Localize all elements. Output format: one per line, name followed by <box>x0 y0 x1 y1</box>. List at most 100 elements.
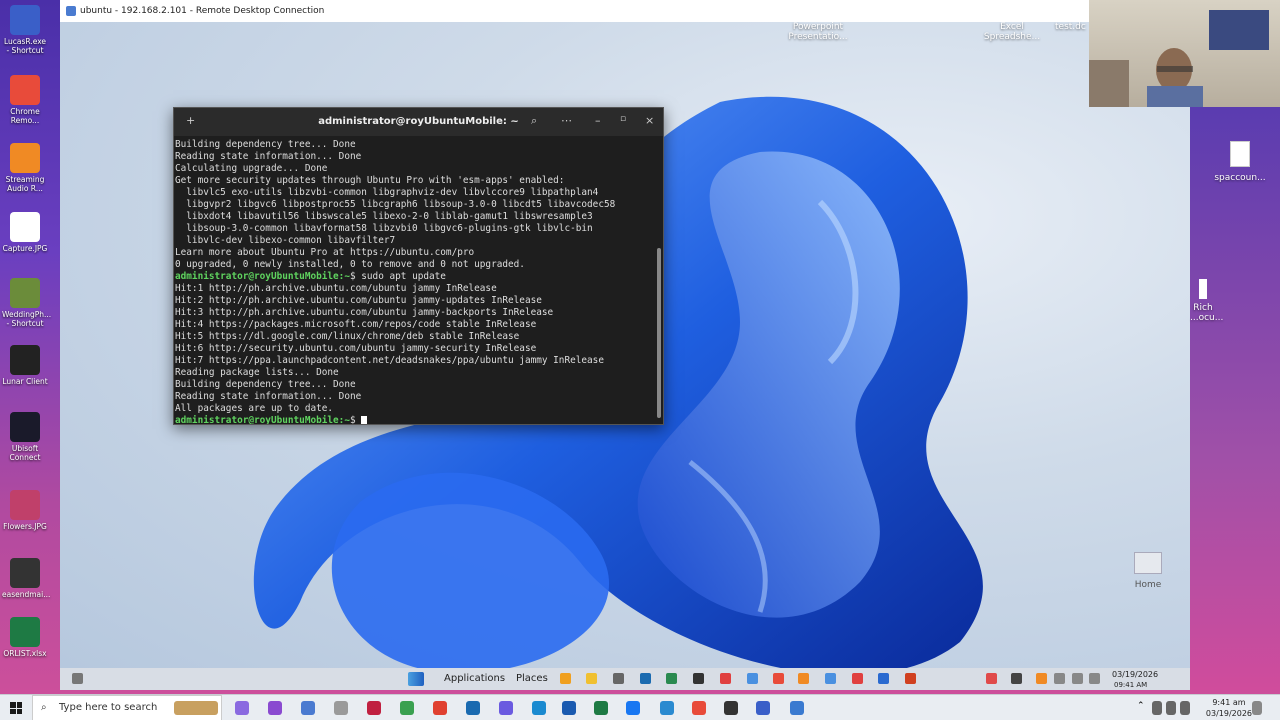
start-windows-icon[interactable] <box>10 702 22 714</box>
taskbar-app-icon[interactable] <box>626 701 640 715</box>
terminal-text: $ <box>349 415 362 424</box>
terminal-text: Hit:3 http://ph.archive.ubuntu.com/ubunt… <box>175 307 554 318</box>
updates-tray-icon[interactable] <box>986 673 997 684</box>
host-desktop-icon-label: LucasR.exe - Shortcut <box>3 37 47 55</box>
taskbar-app-icon[interactable] <box>724 701 738 715</box>
host-desktop-icon[interactable]: Chrome Remo... <box>2 75 48 125</box>
test-doc-icon-label: test.dc <box>1055 22 1086 32</box>
taskbar-app-icon[interactable] <box>594 701 608 715</box>
search-icon[interactable]: ⌕ <box>531 114 537 128</box>
terminal-window[interactable]: + administrator@royUbuntuMobile: ~ ⌕ ⋯ –… <box>173 107 664 425</box>
taskbar-clock[interactable]: 9:41 am 03/19/2026 <box>1206 697 1252 719</box>
panel-launcher-icon[interactable] <box>905 673 916 684</box>
tray-volume-icon[interactable] <box>1180 701 1190 715</box>
maximize-icon[interactable]: ▫ <box>620 114 626 124</box>
taskbar-app-icon[interactable] <box>301 701 315 715</box>
power-tray-icon[interactable] <box>1089 673 1100 684</box>
panel-launcher-icon[interactable] <box>666 673 677 684</box>
taskbar-app-icon[interactable] <box>174 701 218 715</box>
taskbar-app-icon[interactable] <box>400 701 414 715</box>
host-desktop-icon[interactable]: LucasR.exe - Shortcut <box>2 5 48 55</box>
home-label: Home <box>1134 580 1162 590</box>
terminal-output[interactable]: Building dependency tree... Done Reading … <box>175 139 655 424</box>
panel-launcher-icon[interactable] <box>640 673 651 684</box>
terminal-line: Building dependency tree... Done <box>175 139 655 151</box>
ubuntu-logo-icon[interactable] <box>408 672 424 686</box>
terminal-text: Reading state information... Done <box>175 391 362 402</box>
notification-center-icon[interactable] <box>1252 701 1262 715</box>
host-desktop-icon[interactable]: Lunar Client <box>2 345 48 386</box>
taskbar-app-icon[interactable] <box>499 701 513 715</box>
spaccount-file-icon[interactable]: spaccoun... <box>1212 141 1268 183</box>
close-icon[interactable]: × <box>645 114 654 127</box>
taskbar-app-icon[interactable] <box>268 701 282 715</box>
host-desktop-icon[interactable]: Streaming Audio R... <box>2 143 48 193</box>
powerpoint-desktop-icon[interactable]: Powerpoint Presentatio... <box>785 22 851 42</box>
host-desktop-icon-label: Chrome Remo... <box>10 107 40 125</box>
extensions-tray-icon[interactable] <box>1011 673 1022 684</box>
show-desktop-icon[interactable] <box>72 673 83 684</box>
rich-doc-icon[interactable]: Rich ...ocu... <box>1190 279 1223 323</box>
host-desktop-icon[interactable]: Flowers.JPG <box>2 490 48 531</box>
panel-launcher-icon[interactable] <box>798 673 809 684</box>
applications-menu[interactable]: Applications <box>444 673 505 684</box>
network-tray-icon[interactable] <box>1054 673 1065 684</box>
host-desktop-icon[interactable]: ORLIST.xlsx <box>2 617 48 658</box>
taskbar-app-icon[interactable] <box>756 701 770 715</box>
terminal-title: administrator@royUbuntuMobile: ~ <box>318 116 519 127</box>
panel-launcher-icon[interactable] <box>825 673 836 684</box>
host-desktop-icon[interactable]: Ubisoft Connect <box>2 412 48 462</box>
taskbar-app-icon[interactable] <box>532 701 546 715</box>
taskbar-app-icon[interactable] <box>235 701 249 715</box>
clock-date: 03/19/2026 <box>1205 709 1252 718</box>
taskbar-app-icon[interactable] <box>466 701 480 715</box>
panel-date: 03/19/2026 <box>1112 670 1159 679</box>
terminal-text: 0 upgraded, 0 newly installed, 0 to remo… <box>175 259 525 270</box>
app-icon <box>10 278 40 308</box>
panel-launcher-icon[interactable] <box>693 673 704 684</box>
terminal-header[interactable]: + administrator@royUbuntuMobile: ~ ⌕ ⋯ –… <box>174 108 663 136</box>
rdp-app-icon <box>66 6 76 16</box>
host-desktop-icon[interactable]: easendmai... <box>2 558 50 599</box>
home-folder-icon[interactable]: Home <box>1126 552 1170 590</box>
tray-battery-icon[interactable] <box>1152 701 1162 715</box>
excel-desktop-icon[interactable]: Excel Spreadshe... <box>980 22 1044 42</box>
rdp-title-bar[interactable]: ubuntu - 192.168.2.101 - Remote Desktop … <box>60 0 1090 22</box>
terminal-text: $ sudo apt update <box>349 271 446 282</box>
tray-network-icon[interactable] <box>1166 701 1176 715</box>
test-doc-desktop-icon[interactable]: test.dc <box>1055 22 1090 32</box>
host-desktop-icon[interactable]: Capture.JPG <box>2 212 48 253</box>
terminal-cursor <box>361 415 368 424</box>
terminal-text: Calculating upgrade... Done <box>175 163 328 174</box>
menu-dots-icon[interactable]: ⋯ <box>561 114 572 127</box>
panel-launcher-icon[interactable] <box>586 673 597 684</box>
minimize-icon[interactable]: – <box>595 114 601 127</box>
terminal-line: libgvpr2 libgvc6 libpostproc55 libcgraph… <box>175 199 655 211</box>
places-menu[interactable]: Places <box>516 673 548 684</box>
terminal-line: Hit:2 http://ph.archive.ubuntu.com/ubunt… <box>175 295 655 307</box>
panel-launcher-icon[interactable] <box>878 673 889 684</box>
taskbar-app-icon[interactable] <box>790 701 804 715</box>
host-desktop-icon[interactable]: WeddingPh... - Shortcut <box>2 278 51 328</box>
app-icon <box>10 5 40 35</box>
panel-launcher-icon[interactable] <box>773 673 784 684</box>
taskbar-app-icon[interactable] <box>334 701 348 715</box>
panel-launcher-icon[interactable] <box>560 673 571 684</box>
taskbar-app-icon[interactable] <box>367 701 381 715</box>
terminal-line: Reading package lists... Done <box>175 367 655 379</box>
panel-launcher-icon[interactable] <box>613 673 624 684</box>
terminal-text: libvlc-dev libexo-common libavfilter7 <box>175 235 396 246</box>
panel-launcher-icon[interactable] <box>720 673 731 684</box>
terminal-line: Hit:5 https://dl.google.com/linux/chrome… <box>175 331 655 343</box>
panel-launcher-icon[interactable] <box>747 673 758 684</box>
taskbar-app-icon[interactable] <box>562 701 576 715</box>
taskbar-app-icon[interactable] <box>692 701 706 715</box>
taskbar-app-icon[interactable] <box>433 701 447 715</box>
volume-tray-icon[interactable] <box>1072 673 1083 684</box>
tray-chevron-icon[interactable]: ⌃ <box>1137 701 1145 711</box>
notification-tray-icon[interactable] <box>1036 673 1047 684</box>
panel-launcher-icon[interactable] <box>852 673 863 684</box>
taskbar-app-icon[interactable] <box>660 701 674 715</box>
terminal-scrollbar[interactable] <box>657 248 661 418</box>
search-placeholder: Type here to search <box>59 702 158 713</box>
